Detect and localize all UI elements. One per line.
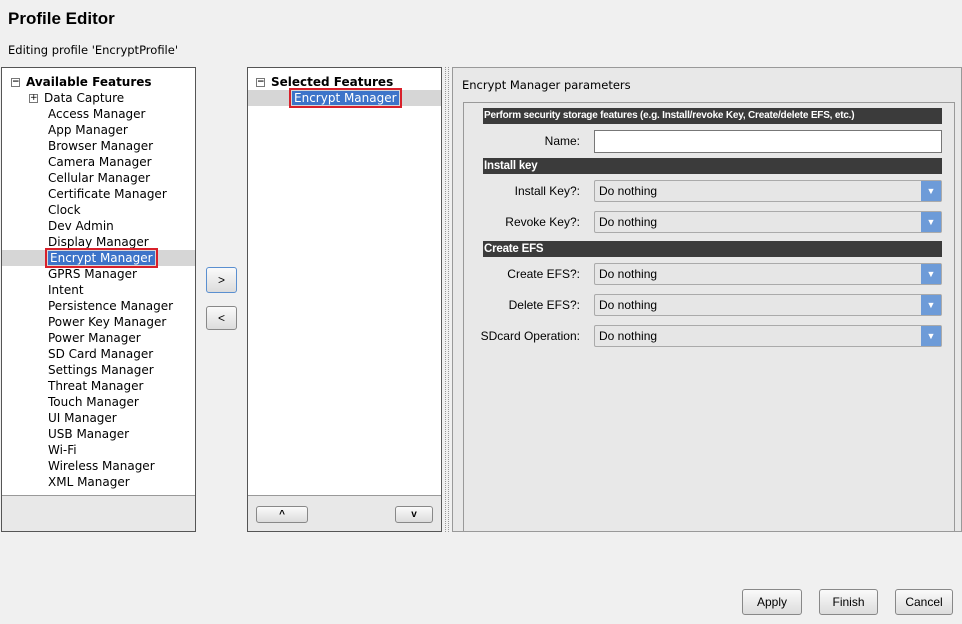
list-item[interactable]: App Manager bbox=[48, 122, 128, 138]
parameters-title: Encrypt Manager parameters bbox=[462, 78, 631, 92]
apply-button[interactable]: Apply bbox=[742, 589, 802, 615]
chevron-down-icon[interactable]: ▼ bbox=[921, 295, 941, 315]
list-item-label: Threat Manager bbox=[48, 379, 144, 393]
move-up-button[interactable]: ^ bbox=[256, 506, 308, 523]
cancel-button[interactable]: Cancel bbox=[895, 589, 953, 615]
field-label: Revoke Key?: bbox=[505, 215, 580, 229]
list-item[interactable]: GPRS Manager bbox=[48, 266, 137, 282]
finish-button[interactable]: Finish bbox=[819, 589, 878, 615]
field-label: Install Key?: bbox=[514, 184, 580, 198]
list-item[interactable]: Settings Manager bbox=[48, 362, 154, 378]
name-label: Name: bbox=[544, 134, 580, 148]
chevron-down-icon[interactable]: ▼ bbox=[921, 212, 941, 232]
field-dropdown[interactable]: Do nothing ▼ bbox=[594, 263, 942, 285]
list-item-label: Power Manager bbox=[48, 331, 141, 345]
description-header: Perform security storage features (e.g. … bbox=[483, 108, 942, 124]
list-item[interactable]: Intent bbox=[48, 282, 84, 298]
tree-root-label: Selected Features bbox=[271, 75, 394, 89]
list-item-label: Dev Admin bbox=[48, 219, 114, 233]
list-item[interactable]: Persistence Manager bbox=[48, 298, 173, 314]
tree-root-label: Available Features bbox=[26, 75, 152, 89]
list-item[interactable]: Cellular Manager bbox=[48, 170, 150, 186]
field-label: SDcard Operation: bbox=[480, 329, 580, 343]
tree-root-available[interactable]: − Available Features bbox=[11, 74, 152, 90]
list-item[interactable]: USB Manager bbox=[48, 426, 129, 442]
list-item-label: Certificate Manager bbox=[48, 187, 167, 201]
list-item[interactable]: Wi-Fi bbox=[48, 442, 77, 458]
field-label: Create EFS?: bbox=[507, 267, 580, 281]
list-item[interactable]: Power Key Manager bbox=[48, 314, 166, 330]
list-item[interactable]: Display Manager bbox=[48, 234, 149, 250]
chevron-down-icon[interactable]: ▼ bbox=[921, 326, 941, 346]
remove-feature-button[interactable]: < bbox=[206, 306, 237, 330]
list-item-label: Cellular Manager bbox=[48, 171, 151, 185]
chevron-down-icon[interactable]: ▼ bbox=[921, 181, 941, 201]
expand-icon[interactable]: + bbox=[29, 94, 38, 103]
list-item-label: Camera Manager bbox=[48, 155, 152, 169]
list-item-label: Wireless Manager bbox=[48, 459, 155, 473]
list-item-label: Display Manager bbox=[48, 235, 149, 249]
list-item-label: Access Manager bbox=[48, 107, 146, 121]
list-item[interactable]: + Data Capture bbox=[29, 90, 124, 106]
list-item-label: USB Manager bbox=[48, 427, 130, 441]
available-features-panel: − Available Features + Data Capture Access … bbox=[1, 67, 196, 532]
page-subtitle: Editing profile 'EncryptProfile' bbox=[8, 43, 178, 57]
list-item[interactable]: Touch Manager bbox=[48, 394, 139, 410]
section-create-efs: Create EFS bbox=[483, 241, 942, 257]
field-dropdown[interactable]: Do nothing ▼ bbox=[594, 180, 942, 202]
list-item[interactable]: UI Manager bbox=[48, 410, 117, 426]
field-dropdown[interactable]: Do nothing ▼ bbox=[594, 211, 942, 233]
list-item-label: Wi-Fi bbox=[48, 443, 77, 457]
list-item[interactable]: Dev Admin bbox=[48, 218, 114, 234]
selected-features-tree[interactable]: − Selected Features Encrypt Manager bbox=[248, 68, 441, 496]
collapse-icon[interactable]: − bbox=[11, 78, 20, 87]
list-item[interactable]: Browser Manager bbox=[48, 138, 153, 154]
name-input[interactable] bbox=[594, 130, 942, 153]
list-item-label: XML Manager bbox=[48, 475, 130, 489]
list-item[interactable]: Access Manager bbox=[48, 106, 146, 122]
list-item[interactable]: Clock bbox=[48, 202, 81, 218]
dropdown-value: Do nothing bbox=[599, 267, 658, 281]
dropdown-value: Do nothing bbox=[599, 184, 658, 198]
tree-root-selected[interactable]: − Selected Features bbox=[256, 74, 393, 90]
list-item-label: Settings Manager bbox=[48, 363, 154, 377]
list-item-label: SD Card Manager bbox=[48, 347, 154, 361]
list-item-label: Clock bbox=[48, 203, 81, 217]
list-item-label: Persistence Manager bbox=[48, 299, 174, 313]
list-item[interactable]: Threat Manager bbox=[48, 378, 143, 394]
list-item-label: Encrypt Manager bbox=[289, 88, 402, 108]
field-dropdown[interactable]: Do nothing ▼ bbox=[594, 325, 942, 347]
list-item[interactable]: Encrypt Manager bbox=[289, 88, 402, 108]
available-features-tree[interactable]: − Available Features + Data Capture Access … bbox=[2, 68, 195, 496]
list-item[interactable]: SD Card Manager bbox=[48, 346, 153, 362]
list-item[interactable]: Power Manager bbox=[48, 330, 141, 346]
dropdown-value: Do nothing bbox=[599, 329, 658, 343]
add-feature-button[interactable]: > bbox=[206, 267, 237, 293]
field-label: Delete EFS?: bbox=[508, 298, 580, 312]
list-item[interactable]: Camera Manager bbox=[48, 154, 152, 170]
page-title: Profile Editor bbox=[8, 9, 115, 28]
list-item[interactable]: Wireless Manager bbox=[48, 458, 155, 474]
splitter-handle[interactable] bbox=[445, 67, 449, 532]
list-item-label: Browser Manager bbox=[48, 139, 154, 153]
move-down-button[interactable]: v bbox=[395, 506, 433, 523]
list-item-label: GPRS Manager bbox=[48, 267, 137, 281]
collapse-icon[interactable]: − bbox=[256, 78, 265, 87]
list-item[interactable]: Certificate Manager bbox=[48, 186, 167, 202]
field-dropdown[interactable]: Do nothing ▼ bbox=[594, 294, 942, 316]
list-item[interactable]: XML Manager bbox=[48, 474, 130, 490]
list-item-label: Intent bbox=[48, 283, 84, 297]
selected-features-panel: − Selected Features Encrypt Manager ^ v bbox=[247, 67, 442, 532]
list-item-label: Power Key Manager bbox=[48, 315, 167, 329]
list-item-label: Encrypt Manager bbox=[45, 248, 158, 268]
dropdown-value: Do nothing bbox=[599, 215, 658, 229]
list-item-label: Touch Manager bbox=[48, 395, 139, 409]
chevron-down-icon[interactable]: ▼ bbox=[921, 264, 941, 284]
list-item-label: UI Manager bbox=[48, 411, 117, 425]
list-item-label: Data Capture bbox=[44, 91, 125, 105]
section-install-key: Install key bbox=[483, 158, 942, 174]
list-item-label: App Manager bbox=[48, 123, 128, 137]
dropdown-value: Do nothing bbox=[599, 298, 658, 312]
list-item[interactable]: Encrypt Manager bbox=[45, 248, 158, 268]
